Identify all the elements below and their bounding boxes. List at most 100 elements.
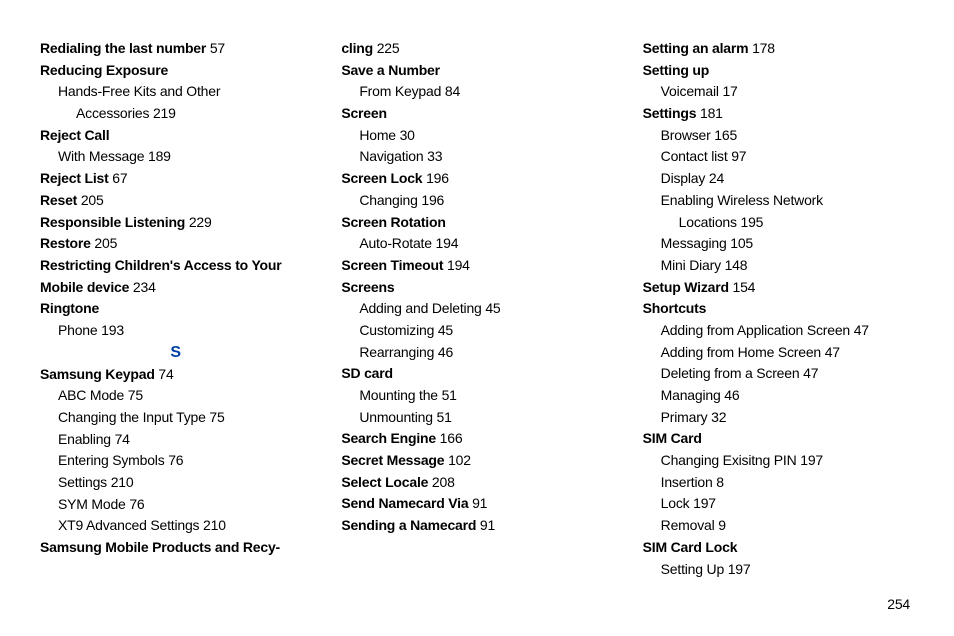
index-entry: cling 225 <box>341 38 612 60</box>
index-subentry: Changing the Input Type <box>58 409 206 425</box>
index-entry: From Keypad 84 <box>341 81 612 103</box>
index-heading: Screen Rotation <box>341 214 445 230</box>
index-subentry: Adding and Deleting <box>359 300 481 316</box>
index-subentry: Managing <box>661 387 721 403</box>
index-heading: Samsung Keypad <box>40 366 155 382</box>
index-column-1: Redialing the last number 57 Reducing Exp… <box>40 38 331 578</box>
index-entry: Search Engine 166 <box>341 428 612 450</box>
index-entry: Screens <box>341 277 612 299</box>
index-heading: Restore <box>40 235 91 251</box>
index-entry: Changing the Input Type 75 <box>40 407 311 429</box>
index-entry: XT9 Advanced Settings 210 <box>40 515 311 537</box>
index-subentry: Adding from Application Screen <box>661 322 850 338</box>
index-page-ref: 195 <box>737 214 763 230</box>
index-entry: Redialing the last number 57 <box>40 38 311 60</box>
index-page-ref: 197 <box>724 561 750 577</box>
index-entry: Accessories 219 <box>40 103 311 125</box>
index-entry: Navigation 33 <box>341 146 612 168</box>
index-page-ref: 91 <box>476 517 495 533</box>
index-entry: Home 30 <box>341 125 612 147</box>
index-entry: Mobile device 234 <box>40 277 311 299</box>
index-page-ref: 33 <box>423 148 442 164</box>
index-subentry: SYM Mode <box>58 496 126 512</box>
index-entry: SD card <box>341 363 612 385</box>
index-heading: Samsung Mobile Products and Recy- <box>40 539 280 555</box>
index-page-ref: 181 <box>696 105 722 121</box>
index-heading: Sending a Namecard <box>341 517 476 533</box>
index-page-ref: 57 <box>206 40 225 56</box>
index-page-ref: 9 <box>715 517 726 533</box>
index-page-ref: 45 <box>434 322 453 338</box>
index-entry: SIM Card Lock <box>643 537 914 559</box>
index-subentry: Removal <box>661 517 715 533</box>
index-entry: Auto-Rotate 194 <box>341 233 612 255</box>
index-entry: Secret Message 102 <box>341 450 612 472</box>
index-entry: Deleting from a Screen 47 <box>643 363 914 385</box>
index-entry: Reject Call <box>40 125 311 147</box>
index-page-ref: 166 <box>436 430 462 446</box>
index-entry: Phone 193 <box>40 320 311 342</box>
index-heading: Ringtone <box>40 300 99 316</box>
index-page-ref: 74 <box>155 366 174 382</box>
index-entry: Contact list 97 <box>643 146 914 168</box>
index-entry: Primary 32 <box>643 407 914 429</box>
index-subentry: Contact list <box>661 148 728 164</box>
index-heading: Restricting Children's Access to Your <box>40 257 282 273</box>
index-entry: Responsible Listening 229 <box>40 212 311 234</box>
index-subentry: Hands-Free Kits and Other <box>58 83 220 99</box>
index-page-ref: 196 <box>422 170 448 186</box>
index-subentry: Navigation <box>359 148 423 164</box>
index-entry: Messaging 105 <box>643 233 914 255</box>
index-entry: With Message 189 <box>40 146 311 168</box>
index-subentry: Rearranging <box>359 344 434 360</box>
index-entry: Screen <box>341 103 612 125</box>
index-entry: Screen Lock 196 <box>341 168 612 190</box>
index-column-2: cling 225Save a NumberFrom Keypad 84Scre… <box>331 38 632 578</box>
index-page-ref: 148 <box>721 257 747 273</box>
index-subentry: Entering Symbols <box>58 452 165 468</box>
index-page-ref: 74 <box>111 431 130 447</box>
index-entry: Browser 165 <box>643 125 914 147</box>
index-subentry: XT9 Advanced Settings <box>58 517 199 533</box>
index-entry: Setup Wizard 154 <box>643 277 914 299</box>
index-heading: Save a Number <box>341 62 440 78</box>
index-page-ref: 197 <box>689 495 715 511</box>
index-entry: Display 24 <box>643 168 914 190</box>
index-entry: Screen Rotation <box>341 212 612 234</box>
index-page-ref: 229 <box>185 214 211 230</box>
index-heading: Settings <box>643 105 697 121</box>
index-entry: Send Namecard Via 91 <box>341 493 612 515</box>
index-page-ref: 219 <box>149 105 175 121</box>
index-subentry: Accessories <box>76 105 149 121</box>
index-page-ref: 24 <box>705 170 724 186</box>
index-page-ref: 46 <box>721 387 740 403</box>
index-subentry: Deleting from a Screen <box>661 365 800 381</box>
index-entry: Shortcuts <box>643 298 914 320</box>
index-entry: Insertion 8 <box>643 472 914 494</box>
index-page-ref: 189 <box>144 148 170 164</box>
index-subentry: Customizing <box>359 322 434 338</box>
index-entry: Mini Diary 148 <box>643 255 914 277</box>
index-page-ref: 45 <box>482 300 501 316</box>
index-heading: Secret Message <box>341 452 444 468</box>
index-entry: Settings 210 <box>40 472 311 494</box>
index-heading: Reducing Exposure <box>40 62 168 78</box>
index-entry: Settings 181 <box>643 103 914 125</box>
index-heading: SIM Card <box>643 430 702 446</box>
index-page-ref: 51 <box>433 409 452 425</box>
index-entry: Removal 9 <box>643 515 914 537</box>
index-page-ref: 75 <box>124 387 143 403</box>
index-entry: Save a Number <box>341 60 612 82</box>
index-subentry: Enabling Wireless Network <box>661 192 823 208</box>
index-entry: Adding from Application Screen 47 <box>643 320 914 342</box>
index-page-ref: 165 <box>711 127 737 143</box>
index-page-ref: 225 <box>373 40 399 56</box>
index-heading: cling <box>341 40 373 56</box>
index-entry: Lock 197 <box>643 493 914 515</box>
index-subentry: Changing <box>359 192 417 208</box>
index-page-ref: 51 <box>438 387 457 403</box>
index-page-ref: 91 <box>468 495 487 511</box>
index-page-ref: 75 <box>206 409 225 425</box>
index-heading: Select Locale <box>341 474 428 490</box>
index-heading: Reject Call <box>40 127 109 143</box>
